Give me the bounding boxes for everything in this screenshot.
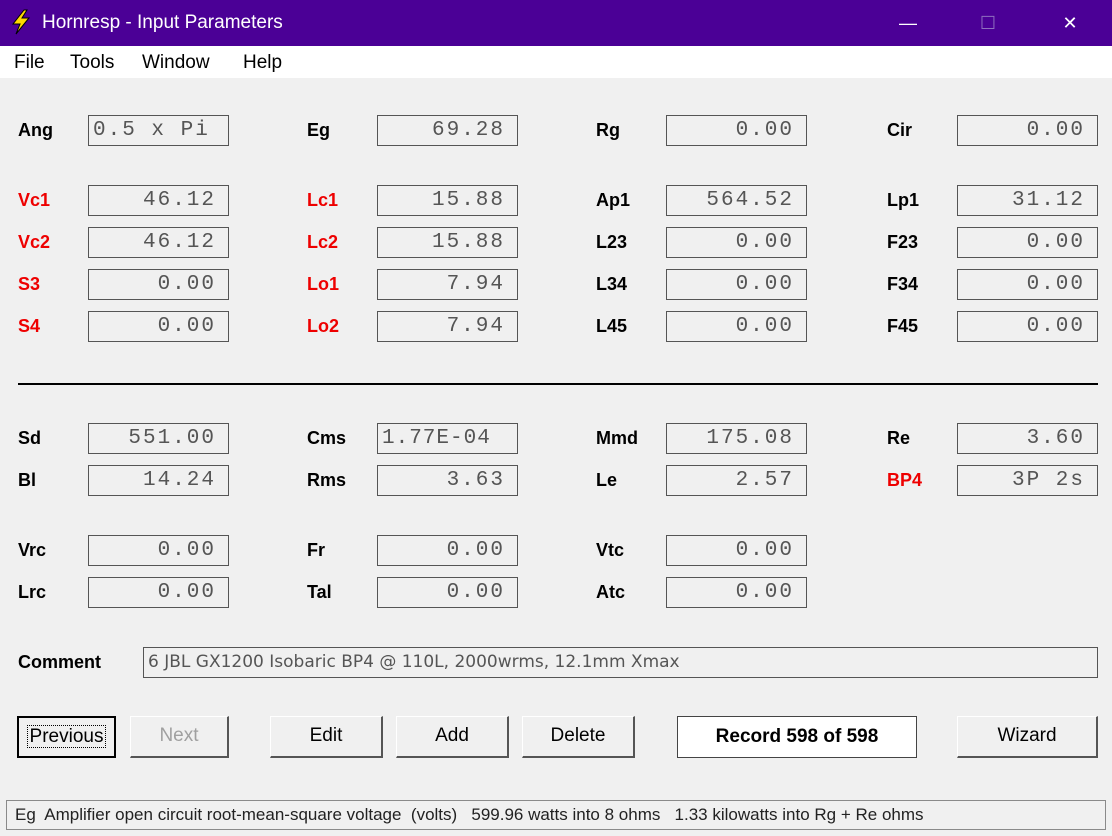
field-atc[interactable]: 0.00 bbox=[666, 577, 807, 608]
delete-button[interactable]: Delete bbox=[522, 716, 635, 758]
field-mmd[interactable]: 175.08 bbox=[666, 423, 807, 454]
label-le: Le bbox=[596, 470, 618, 490]
label-cir: Cir bbox=[887, 120, 913, 140]
field-tal[interactable]: 0.00 bbox=[377, 577, 518, 608]
field-lp1[interactable]: 31.12 bbox=[957, 185, 1098, 216]
field-rg[interactable]: 0.00 bbox=[666, 115, 807, 146]
field-vrc[interactable]: 0.00 bbox=[88, 535, 229, 566]
field-cms[interactable]: 1.77E-04 bbox=[377, 423, 518, 454]
menu-file[interactable]: File bbox=[14, 52, 45, 74]
field-ang[interactable]: 0.5 x Pi bbox=[88, 115, 229, 146]
label-ang: Ang bbox=[18, 120, 53, 140]
label-lp1: Lp1 bbox=[887, 190, 920, 210]
label-s4: S4 bbox=[18, 316, 41, 336]
field-f34[interactable]: 0.00 bbox=[957, 269, 1098, 300]
label-vrc: Vrc bbox=[18, 540, 47, 560]
field-l34[interactable]: 0.00 bbox=[666, 269, 807, 300]
field-f23[interactable]: 0.00 bbox=[957, 227, 1098, 258]
field-vtc[interactable]: 0.00 bbox=[666, 535, 807, 566]
field-lrc[interactable]: 0.00 bbox=[88, 577, 229, 608]
field-vc1[interactable]: 46.12 bbox=[88, 185, 229, 216]
edit-button[interactable]: Edit bbox=[270, 716, 383, 758]
field-rms[interactable]: 3.63 bbox=[377, 465, 518, 496]
field-eg[interactable]: 69.28 bbox=[377, 115, 518, 146]
menu-help[interactable]: Help bbox=[243, 52, 282, 74]
add-button[interactable]: Add bbox=[396, 716, 509, 758]
field-vc2[interactable]: 46.12 bbox=[88, 227, 229, 258]
field-re[interactable]: 3.60 bbox=[957, 423, 1098, 454]
label-sd: Sd bbox=[18, 428, 42, 448]
label-rg: Rg bbox=[596, 120, 620, 140]
field-sd[interactable]: 551.00 bbox=[88, 423, 229, 454]
label-cms: Cms bbox=[307, 428, 347, 448]
window-title: Hornresp - Input Parameters bbox=[42, 12, 283, 33]
label-lrc: Lrc bbox=[18, 582, 47, 602]
next-button[interactable]: Next bbox=[130, 716, 229, 758]
field-l23[interactable]: 0.00 bbox=[666, 227, 807, 258]
label-vc2: Vc2 bbox=[18, 232, 51, 252]
menu-bar: File Tools Window Help bbox=[0, 46, 1112, 78]
lightning-bolt-icon bbox=[11, 9, 31, 35]
field-l45[interactable]: 0.00 bbox=[666, 311, 807, 342]
label-eg: Eg bbox=[307, 120, 331, 140]
close-button[interactable]: ✕ bbox=[1030, 0, 1110, 46]
field-bl[interactable]: 14.24 bbox=[88, 465, 229, 496]
label-bp4: BP4 bbox=[887, 470, 923, 490]
field-cir[interactable]: 0.00 bbox=[957, 115, 1098, 146]
label-lo2: Lo2 bbox=[307, 316, 340, 336]
field-s4[interactable]: 0.00 bbox=[88, 311, 229, 342]
label-vc1: Vc1 bbox=[18, 190, 51, 210]
label-rms: Rms bbox=[307, 470, 347, 490]
field-lc1[interactable]: 15.88 bbox=[377, 185, 518, 216]
maximize-button[interactable]: ☐ bbox=[948, 0, 1028, 46]
label-fr: Fr bbox=[307, 540, 325, 560]
field-bp4[interactable]: 3P 2s bbox=[957, 465, 1098, 496]
label-f34: F34 bbox=[887, 274, 919, 294]
field-ap1[interactable]: 564.52 bbox=[666, 185, 807, 216]
label-vtc: Vtc bbox=[596, 540, 625, 560]
label-f23: F23 bbox=[887, 232, 919, 252]
field-fr[interactable]: 0.00 bbox=[377, 535, 518, 566]
title-bar: Hornresp - Input Parameters — ☐ ✕ bbox=[0, 0, 1112, 46]
label-lc2: Lc2 bbox=[307, 232, 339, 252]
label-s3: S3 bbox=[18, 274, 41, 294]
menu-tools[interactable]: Tools bbox=[70, 52, 114, 74]
section-divider bbox=[18, 383, 1098, 385]
label-atc: Atc bbox=[596, 582, 626, 602]
field-le[interactable]: 2.57 bbox=[666, 465, 807, 496]
menu-window[interactable]: Window bbox=[142, 52, 210, 74]
minimize-button[interactable]: — bbox=[868, 0, 948, 46]
label-lc1: Lc1 bbox=[307, 190, 339, 210]
label-l34: L34 bbox=[596, 274, 628, 294]
previous-button-label: Previous bbox=[26, 725, 107, 748]
label-mmd: Mmd bbox=[596, 428, 638, 448]
comment-field[interactable]: 6 JBL GX1200 Isobaric BP4 @ 110L, 2000wr… bbox=[143, 647, 1098, 678]
field-lo1[interactable]: 7.94 bbox=[377, 269, 518, 300]
field-lc2[interactable]: 15.88 bbox=[377, 227, 518, 258]
record-indicator: Record 598 of 598 bbox=[677, 716, 917, 758]
label-re: Re bbox=[887, 428, 911, 448]
wizard-button[interactable]: Wizard bbox=[957, 716, 1098, 758]
field-lo2[interactable]: 7.94 bbox=[377, 311, 518, 342]
previous-button[interactable]: Previous bbox=[17, 716, 116, 758]
label-f45: F45 bbox=[887, 316, 919, 336]
label-lo1: Lo1 bbox=[307, 274, 340, 294]
status-bar: Eg Amplifier open circuit root-mean-squa… bbox=[6, 800, 1106, 830]
label-l23: L23 bbox=[596, 232, 628, 252]
label-comment: Comment bbox=[18, 652, 102, 672]
label-l45: L45 bbox=[596, 316, 628, 336]
field-s3[interactable]: 0.00 bbox=[88, 269, 229, 300]
field-f45[interactable]: 0.00 bbox=[957, 311, 1098, 342]
label-bl: Bl bbox=[18, 470, 36, 490]
label-tal: Tal bbox=[307, 582, 332, 602]
label-ap1: Ap1 bbox=[596, 190, 631, 210]
